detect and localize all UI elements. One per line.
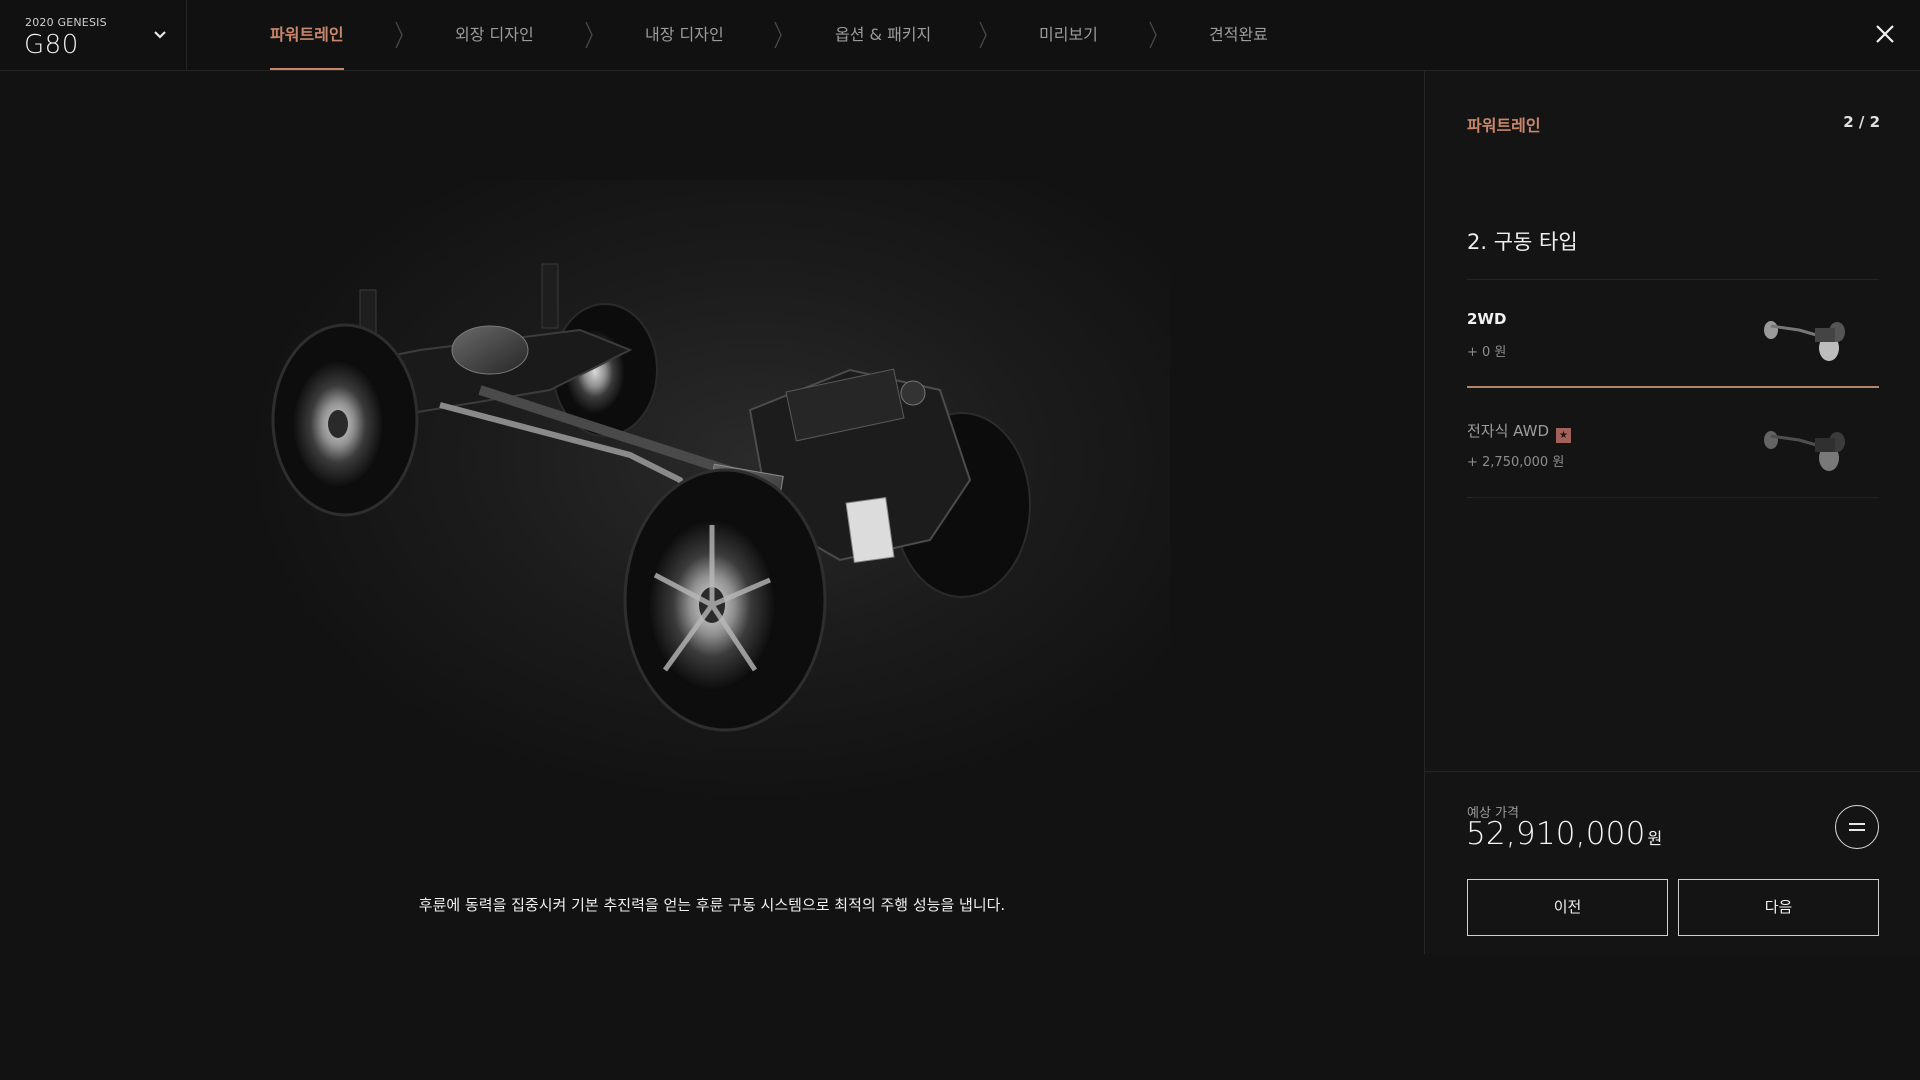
step-preview[interactable]: 미리보기 [1039,0,1098,70]
section-title: 2. 구동 타입 [1467,230,1578,254]
price-amount: 52,910,000 [1466,816,1646,852]
step-exterior-design[interactable]: 외장 디자인 [455,0,534,70]
price-detail-button[interactable] [1835,805,1879,849]
model-name: G80 [24,30,79,60]
info-badge-icon[interactable]: ★ [1556,428,1571,443]
step-quote-complete[interactable]: 견적완료 [1209,0,1268,70]
close-icon[interactable] [1874,23,1896,45]
panel-title: 파워트레인 [1467,116,1541,135]
step-options-packages[interactable]: 옵션 & 패키지 [835,0,931,70]
option-name: 2WD [1467,310,1507,328]
model-selector[interactable]: 2020 GENESIS G80 [0,0,187,70]
option-panel: 파워트레인 2 / 2 2. 구동 타입 2WD + 0 원 전자식 AWD ★ … [1424,71,1920,954]
chassis-image [271,263,1031,732]
price-unit: 원 [1647,829,1663,848]
step-separator-icon [585,21,593,49]
step-separator-icon [979,21,987,49]
option-price: + 0 원 [1467,345,1507,360]
option-name: 전자식 AWD ★ [1467,420,1571,443]
price-summary: 예상 가격 52,910,000 원 이전 다음 [1425,771,1920,954]
next-button[interactable]: 다음 [1678,879,1879,936]
estimated-price: 52,910,000 원 [1466,816,1662,852]
main-preview-area: 후륜에 동력을 집중시켜 기본 추진력을 얻는 후륜 구동 시스템으로 최적의 … [0,71,1424,1080]
powertrain-description: 후륜에 동력을 집중시켜 기본 추진력을 얻는 후륜 구동 시스템으로 최적의 … [418,896,1006,914]
model-year: 2020 GENESIS [25,16,107,29]
step-separator-icon [1149,21,1157,49]
chevron-down-icon[interactable] [152,29,168,41]
panel-page-indicator: 2 / 2 [1843,113,1880,131]
step-interior-design[interactable]: 내장 디자인 [645,0,724,70]
previous-button[interactable]: 이전 [1467,879,1668,936]
equals-icon-line [1849,829,1865,831]
step-separator-icon [774,21,782,49]
step-separator-icon [395,21,403,49]
top-navigation-bar: 2020 GENESIS G80 파워트레인 외장 디자인 내장 디자인 옵션 … [0,0,1920,71]
drivetrain-thumbnail [1764,321,1845,361]
option-price: + 2,750,000 원 [1467,455,1565,470]
drivetrain-thumbnail [1764,431,1845,471]
option-name-text: 전자식 AWD [1467,422,1549,440]
step-powertrain[interactable]: 파워트레인 [270,0,344,70]
option-electronic-awd[interactable]: 전자식 AWD ★ + 2,750,000 원 [1467,390,1879,498]
option-2wd[interactable]: 2WD + 0 원 [1467,280,1879,388]
equals-icon-line [1849,823,1865,825]
